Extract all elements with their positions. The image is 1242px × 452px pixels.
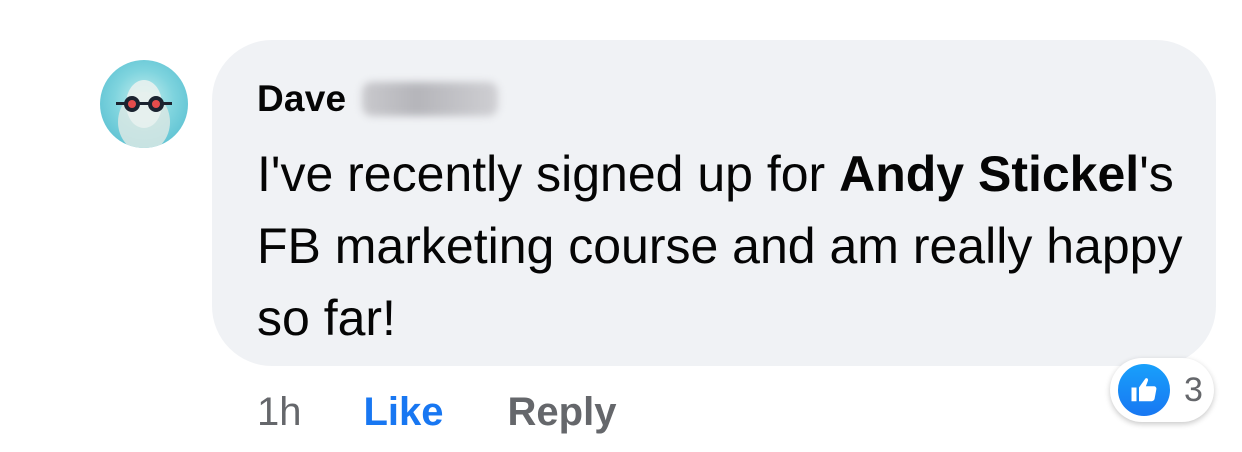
avatar-image: [116, 80, 172, 148]
comment-actions: 1h Like Reply: [257, 384, 616, 440]
author-name[interactable]: Dave: [257, 78, 346, 120]
comment-author[interactable]: Dave: [257, 74, 499, 124]
mentioned-name[interactable]: Andy Stickel: [839, 146, 1139, 202]
thumbs-up-icon: [1116, 362, 1172, 418]
avatar[interactable]: [100, 60, 188, 148]
reply-button[interactable]: Reply: [508, 390, 617, 435]
reaction-count: 3: [1184, 370, 1203, 409]
comment-text: I've recently signed up for Andy Stickel…: [257, 138, 1197, 354]
comment-text-part: I've recently signed up for: [257, 146, 840, 202]
reaction-summary[interactable]: 3: [1110, 358, 1214, 422]
redacted-last-name: [362, 82, 499, 116]
like-button[interactable]: Like: [364, 390, 444, 435]
comment-timestamp[interactable]: 1h: [257, 390, 302, 435]
